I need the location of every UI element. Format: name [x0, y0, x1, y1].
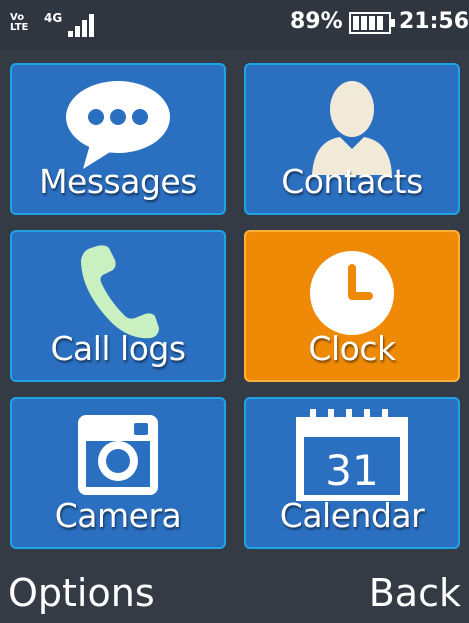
person-icon [312, 81, 392, 175]
battery-percent: 89% [290, 9, 343, 34]
tile-messages[interactable]: Messages [10, 63, 226, 215]
options-softkey[interactable]: Options [8, 571, 155, 615]
tile-label: Calendar [279, 496, 425, 535]
volte-indicator: Vo LTE [10, 13, 28, 33]
tile-label: Camera [54, 496, 182, 535]
tile-camera[interactable]: Camera [10, 397, 226, 549]
calendar-icon: 31 [296, 409, 408, 501]
volte-bottom-text: LTE [10, 22, 29, 33]
camera-icon [78, 415, 158, 495]
home-screen: Vo LTE 4G 89% 21:56 Messages Contacts Ca… [0, 0, 469, 623]
battery-icon [349, 12, 395, 34]
tile-clock[interactable]: Clock [244, 230, 460, 382]
tile-label: Messages [39, 162, 197, 201]
tile-label: Clock [308, 329, 396, 368]
tile-label: Call logs [50, 329, 186, 368]
tile-call-logs[interactable]: Call logs [10, 230, 226, 382]
status-bar: Vo LTE 4G 89% 21:56 [0, 0, 469, 50]
calendar-day: 31 [325, 446, 378, 495]
tile-label: Contacts [281, 162, 423, 201]
tile-calendar[interactable]: 31 Calendar [244, 397, 460, 549]
clock-time: 21:56 [399, 9, 469, 34]
clock-icon [310, 251, 394, 335]
softkey-bar: Options Back [0, 565, 469, 623]
speech-bubble-icon [66, 81, 170, 169]
signal-strength-icon [58, 11, 94, 37]
tile-contacts[interactable]: Contacts [244, 63, 460, 215]
phone-handset-icon [81, 245, 159, 339]
back-softkey[interactable]: Back [369, 571, 461, 615]
